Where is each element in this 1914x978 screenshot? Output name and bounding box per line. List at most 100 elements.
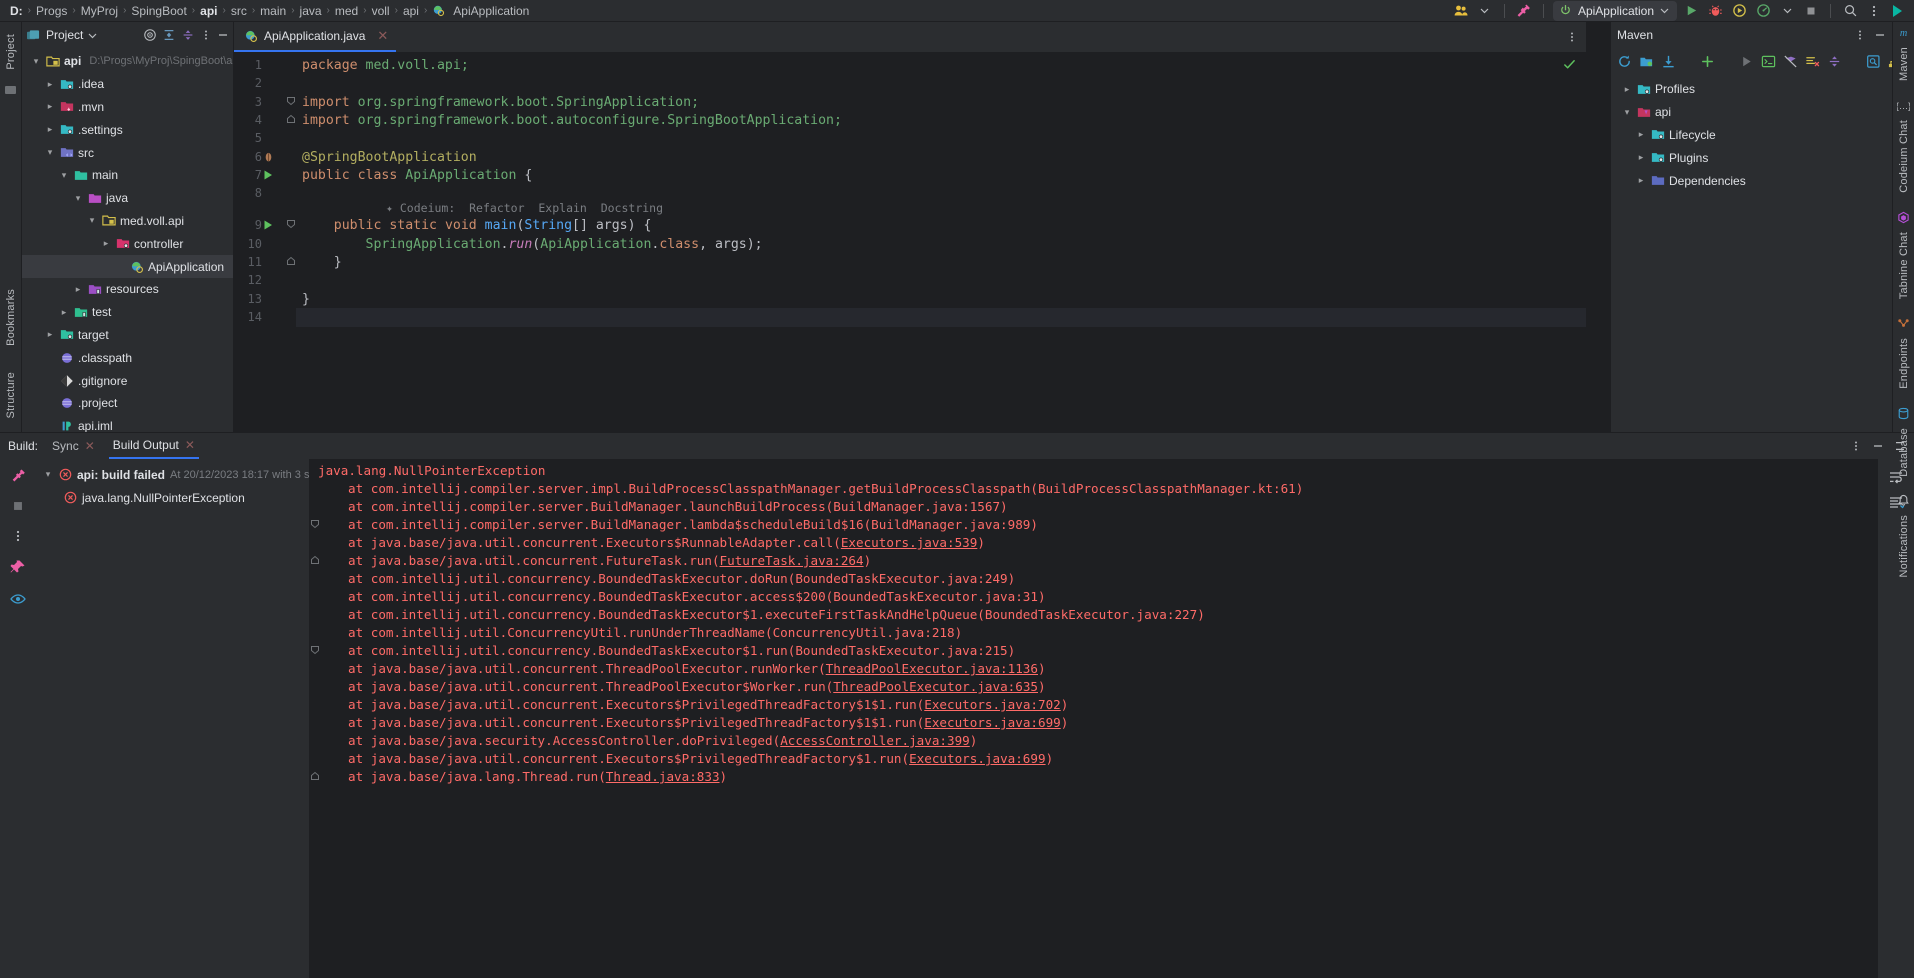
people-icon[interactable] [1451, 1, 1471, 21]
hammer-icon[interactable] [1514, 1, 1534, 21]
build-tab-build-output[interactable]: Build Output ✕ [108, 433, 199, 459]
chevron-down-icon[interactable]: ▾ [58, 170, 70, 181]
stacktrace-link[interactable]: Executors.java:699 [909, 751, 1045, 766]
chevron-down-icon[interactable] [1777, 1, 1797, 21]
project-files-icon[interactable] [4, 84, 17, 95]
project-tree-row[interactable]: ▾ java [22, 187, 233, 210]
editor-gutter[interactable]: 1 2 3 4 5 6 7 8 9 10 11 12 13 14 [234, 52, 296, 432]
stacktrace-line[interactable]: at java.base/java.util.concurrent.Execut… [348, 697, 1068, 712]
project-tree-row[interactable]: ▸ .mvn [22, 96, 233, 119]
code-editor[interactable]: 1 2 3 4 5 6 7 8 9 10 11 12 13 14 package med.voll.api… [234, 52, 1586, 432]
breadcrumb-item[interactable]: src [227, 4, 251, 18]
fold-end-icon[interactable] [310, 771, 332, 781]
build-tree-root-row[interactable]: ▾ api: build failed At 20/12/2023 18:17 wi… [36, 463, 364, 486]
breadcrumb-item[interactable]: api [196, 4, 221, 18]
breadcrumb[interactable]: D: › Progs › MyProj › SpingBoot › api › src › main › j… [6, 4, 1451, 18]
project-tree-row[interactable]: ▾ src [22, 141, 233, 164]
stop-button[interactable] [1801, 1, 1821, 21]
chevron-down-icon[interactable]: ▾ [72, 193, 84, 204]
stacktrace-line[interactable]: at java.base/java.util.concurrent.Future… [348, 553, 871, 568]
plus-icon[interactable] [1700, 54, 1715, 69]
maven-tree[interactable]: ▸ Profiles ▾ api ▸ Lifecycle ▸ Plugins ▸ Dependen… [1611, 74, 1892, 432]
project-tree-row[interactable]: ▸ resources [22, 278, 233, 301]
project-tree-row[interactable]: ▸ .settings [22, 118, 233, 141]
breadcrumb-item[interactable]: D: [6, 4, 27, 18]
more-vertical-icon[interactable] [1854, 29, 1866, 41]
project-tree-row[interactable]: ▸ test [22, 301, 233, 324]
codeium-action-docstring[interactable]: Docstring [601, 201, 663, 215]
more-vertical-icon[interactable] [11, 529, 25, 543]
stacktrace-line[interactable]: at java.base/java.lang.Thread.run(Thread… [348, 769, 727, 784]
close-icon[interactable]: ✕ [85, 439, 95, 453]
search-icon[interactable] [1840, 1, 1860, 21]
chevron-down-icon[interactable] [1660, 6, 1669, 15]
run-button[interactable] [1681, 1, 1701, 21]
chevron-down-icon[interactable]: ▾ [86, 215, 98, 226]
close-icon[interactable]: ✕ [185, 438, 195, 452]
chevron-down-icon[interactable]: ▾ [44, 147, 56, 158]
more-vertical-icon[interactable] [1864, 1, 1884, 21]
chevron-right-icon[interactable]: ▸ [1635, 152, 1647, 163]
maven-tree-row[interactable]: ▾ api [1611, 101, 1892, 124]
project-tree-row[interactable]: ▸ .idea [22, 73, 233, 96]
stacktrace-link[interactable]: Executors.java:702 [924, 697, 1060, 712]
tool-window-button-bookmarks[interactable]: Bookmarks [5, 283, 17, 352]
run-icon[interactable] [1739, 54, 1754, 69]
project-tree[interactable]: ▾ api D:\Progs\MyProj\SpingBoot\api ▸ .idea ▸… [22, 48, 233, 432]
chevron-right-icon[interactable]: ▸ [44, 101, 56, 112]
collapse-all-icon[interactable] [1827, 54, 1842, 69]
project-tree-row[interactable]: ▸ target [22, 324, 233, 347]
rerun-icon[interactable] [10, 467, 26, 483]
chevron-right-icon[interactable]: ▸ [72, 284, 84, 295]
chevron-down-icon[interactable]: ▾ [30, 56, 42, 67]
chevron-right-icon[interactable]: ▸ [44, 329, 56, 340]
spring-bean-icon[interactable] [262, 151, 275, 164]
tool-window-button-project[interactable]: Project [5, 28, 17, 76]
project-panel-title-group[interactable]: Project [26, 28, 97, 42]
project-tree-row[interactable]: ▾ med.voll.api [22, 210, 233, 233]
stacktrace-line[interactable]: at java.base/java.util.concurrent.Execut… [348, 715, 1068, 730]
fold-start-icon[interactable] [286, 96, 296, 106]
breadcrumb-item[interactable]: main [256, 4, 290, 18]
download-sources-icon[interactable] [1661, 54, 1676, 69]
breadcrumb-item[interactable]: api [399, 4, 423, 18]
codeium-icon[interactable] [1888, 1, 1908, 21]
maven-tree-row[interactable]: ▸ Plugins [1611, 146, 1892, 169]
chevron-down-icon[interactable]: ▾ [42, 469, 54, 480]
project-tree-row[interactable]: .gitignore [22, 369, 233, 392]
maven-tree-row[interactable]: ▸ Dependencies [1611, 169, 1892, 192]
fold-end-icon[interactable] [286, 114, 296, 124]
tool-window-button-database[interactable]: Database [1897, 407, 1910, 483]
project-tree-row[interactable]: ▸ controller [22, 232, 233, 255]
run-icon[interactable] [262, 219, 274, 231]
maven-tree-row[interactable]: ▸ Profiles [1611, 78, 1892, 101]
stacktrace-link[interactable]: Thread.java:833 [606, 769, 720, 784]
breadcrumb-item[interactable]: med [331, 4, 362, 18]
tool-window-button-notifications[interactable]: Notifications [1897, 494, 1910, 584]
close-icon[interactable]: ✕ [377, 28, 388, 44]
more-vertical-icon[interactable] [1850, 440, 1862, 452]
add-module-icon[interactable] [1639, 54, 1654, 69]
codeium-action-refactor[interactable]: Refactor [469, 201, 524, 215]
project-tree-row[interactable]: .classpath [22, 346, 233, 369]
run-with-coverage-icon[interactable] [1729, 1, 1749, 21]
project-tree-row[interactable]: .project [22, 392, 233, 415]
chevron-right-icon[interactable]: ▸ [1635, 129, 1647, 140]
fold-end-icon[interactable] [286, 256, 296, 266]
breadcrumb-item[interactable]: java [296, 4, 326, 18]
chevron-right-icon[interactable]: ▸ [58, 307, 70, 318]
expand-all-icon[interactable] [162, 28, 176, 42]
collapse-all-icon[interactable] [181, 28, 195, 42]
chevron-right-icon[interactable]: ▸ [44, 124, 56, 135]
chevron-right-icon[interactable]: ▸ [1635, 175, 1647, 186]
fold-start-icon[interactable] [310, 519, 332, 529]
run-icon[interactable] [262, 169, 274, 181]
maven-tree-row[interactable]: ▸ Lifecycle [1611, 124, 1892, 147]
chevron-right-icon[interactable]: ▸ [100, 238, 112, 249]
profiler-icon[interactable] [1753, 1, 1773, 21]
project-tree-row[interactable]: ▾ api D:\Progs\MyProj\SpingBoot\api [22, 50, 233, 73]
stacktrace-line[interactable]: at java.base/java.util.concurrent.Thread… [348, 679, 1046, 694]
more-vertical-icon[interactable] [200, 29, 212, 41]
editor-tab-apiapplication[interactable]: ApiApplication.java ✕ [234, 22, 397, 52]
tool-window-button-codeium-chat[interactable]: {…} Codeium Chat [1897, 99, 1910, 199]
